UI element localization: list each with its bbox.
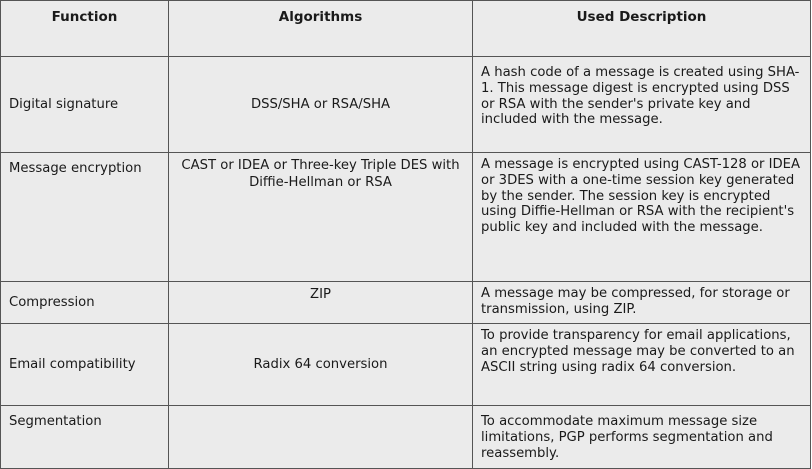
header-function: Function <box>0 0 169 57</box>
algorithms-cell: CAST or IDEA or Three-key Triple DES wit… <box>169 153 473 282</box>
algorithms-cell <box>169 406 473 469</box>
description-cell: A hash code of a message is created usin… <box>473 57 811 153</box>
table-grid: Function Algorithms Used Description Dig… <box>0 0 811 469</box>
function-cell: Email compatibility <box>0 324 169 406</box>
algorithms-cell: DSS/SHA or RSA/SHA <box>169 57 473 153</box>
function-cell: Segmentation <box>0 406 169 469</box>
header-description: Used Description <box>473 0 811 57</box>
algorithms-cell: ZIP <box>169 282 473 324</box>
description-cell: A message may be compressed, for storage… <box>473 282 811 324</box>
function-cell: Compression <box>0 282 169 324</box>
description-cell: To provide transparency for email applic… <box>473 324 811 406</box>
function-cell: Digital signature <box>0 57 169 153</box>
header-algorithms: Algorithms <box>169 0 473 57</box>
algorithms-cell: Radix 64 conversion <box>169 324 473 406</box>
pgp-services-table: Function Algorithms Used Description Dig… <box>0 0 811 469</box>
description-cell: To accommodate maximum message size limi… <box>473 406 811 469</box>
description-cell: A message is encrypted using CAST-128 or… <box>473 153 811 282</box>
function-cell: Message encryption <box>0 153 169 282</box>
